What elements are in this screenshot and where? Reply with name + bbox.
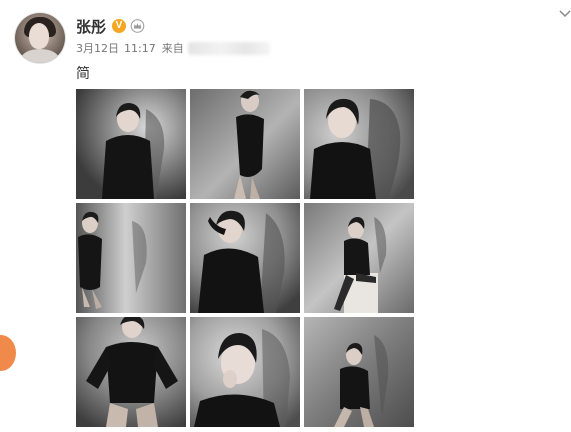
source-blurred	[187, 41, 270, 55]
post-text: 简	[76, 66, 90, 82]
author-row: 张彤 V	[76, 15, 145, 37]
author-name[interactable]: 张彤	[76, 16, 106, 37]
post-time[interactable]: 11:17	[124, 42, 156, 55]
crown-icon[interactable]	[130, 19, 145, 33]
photo-thumbnail[interactable]	[304, 317, 414, 427]
weibo-post: 张彤 V 3月12日 11:17 来自 简	[0, 0, 571, 432]
post-date[interactable]: 3月12日	[76, 40, 119, 56]
photo-grid	[76, 89, 415, 432]
photo-thumbnail[interactable]	[304, 203, 414, 313]
verified-badge-icon: V	[112, 19, 127, 33]
chevron-down-icon[interactable]	[559, 9, 571, 19]
avatar[interactable]	[15, 13, 65, 63]
photo-thumbnail[interactable]	[304, 89, 414, 199]
post-meta: 3月12日 11:17 来自	[76, 40, 270, 56]
photo-thumbnail[interactable]	[76, 317, 186, 427]
photo-thumbnail[interactable]	[190, 317, 300, 427]
photo-thumbnail[interactable]	[190, 203, 300, 313]
photo-thumbnail[interactable]	[76, 203, 186, 313]
floating-action-button[interactable]	[0, 335, 16, 371]
photo-thumbnail[interactable]	[190, 89, 300, 199]
photo-thumbnail[interactable]	[76, 89, 186, 199]
source-prefix: 来自	[161, 42, 184, 55]
avatar-body	[21, 49, 59, 63]
avatar-face	[29, 23, 49, 49]
